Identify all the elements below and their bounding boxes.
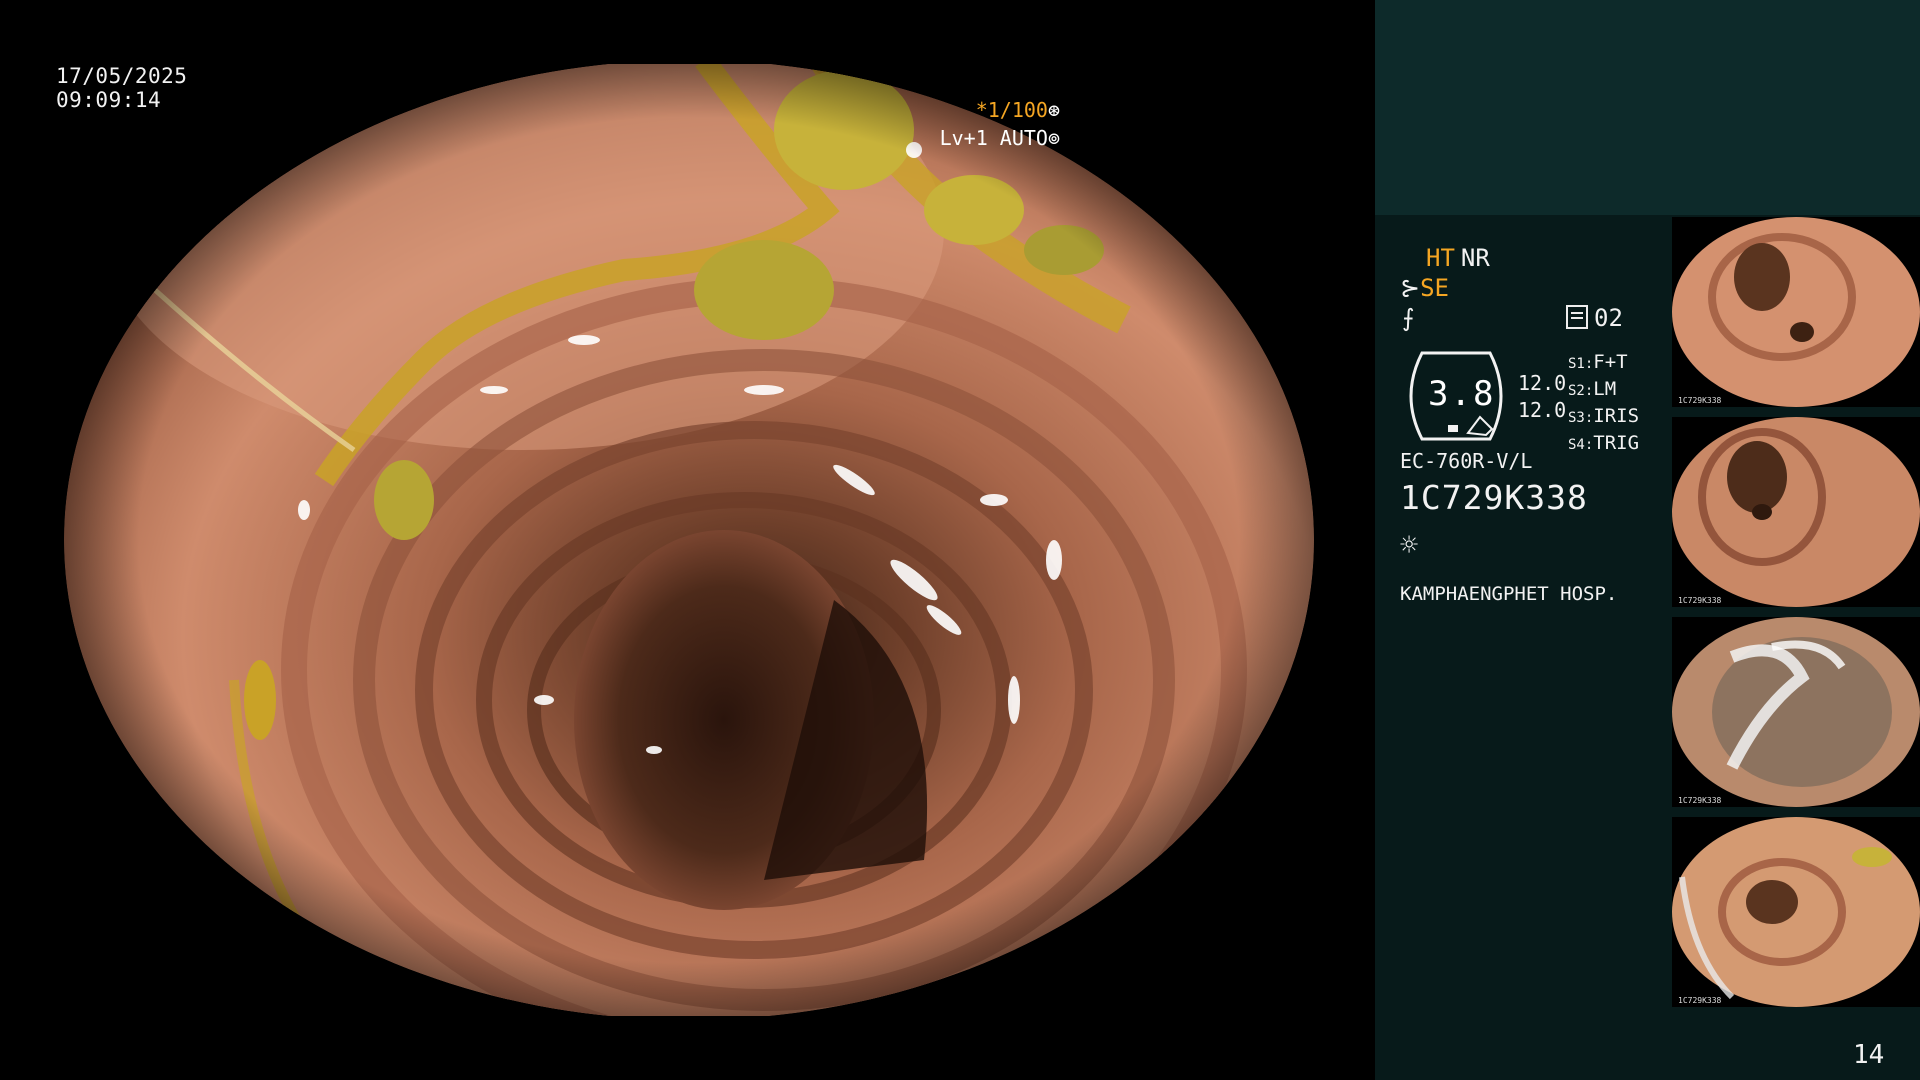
gauge-value-2: 12.0 — [1518, 398, 1567, 422]
scope-serial-text: 1C729K338 — [1400, 478, 1588, 517]
time-text: 09:09:14 — [56, 88, 162, 112]
structure-enhancement-row: ⊱SE — [1400, 274, 1449, 302]
memory-text: 02 — [1594, 304, 1623, 332]
page-number: 14 — [1853, 1040, 1885, 1070]
tone-curve-icon: ⨍ — [1402, 304, 1415, 332]
mode-nr-text: NR — [1460, 244, 1490, 272]
thumbnail-image — [1672, 817, 1920, 1007]
thumbnail-image — [1672, 217, 1920, 407]
aperture-icon: ⊛ — [1047, 98, 1060, 122]
memory-row: 02 — [1566, 304, 1623, 332]
enhancement-icon: ⊱ — [1400, 274, 1421, 302]
date-text: 17/05/2025 — [56, 64, 188, 88]
gauge-value-1: 12.0 — [1518, 371, 1567, 395]
thumbnail-label: 1C729K338 — [1678, 996, 1722, 1005]
shutter-readout: *1/100⊛ — [976, 98, 1060, 122]
scope-model-text: EC-760R-V/L — [1400, 449, 1533, 473]
date-time-readout: 17/05/2025 09:09:14 — [56, 64, 187, 112]
thumbnail-label: 1C729K338 — [1678, 596, 1722, 605]
endoscopy-live-view — [64, 60, 1314, 1020]
setting-s3: S3:IRIS — [1568, 405, 1640, 427]
switch-settings-list: S1:F+T S2:LM S3:IRIS S4:TRIG — [1568, 350, 1639, 458]
light-source-icon: ☼ — [1400, 528, 1419, 563]
setting-s4: S4:TRIG — [1568, 432, 1640, 454]
gauge-value-text: 3.8 — [1428, 374, 1496, 414]
captured-thumbnail-4[interactable]: 1C729K338 — [1672, 817, 1920, 1007]
hospital-name-text: KAMPHAENGPHET HOSP. — [1400, 583, 1618, 605]
gauge-values: 12.0 12.0 — [1518, 370, 1566, 424]
scope-info-panel — [1375, 215, 1671, 1080]
captured-thumbnail-2[interactable]: 1C729K338 — [1672, 417, 1920, 607]
thumbnail-label: 1C729K338 — [1678, 796, 1722, 805]
endoscopy-screen: 17/05/2025 09:09:14 *1/100⊛ Lv+1 AUTO⊚ H… — [0, 0, 1920, 1080]
top-right-panel — [1375, 0, 1920, 215]
image-mode-row: HT NR — [1426, 244, 1490, 272]
thumbnail-image — [1672, 417, 1920, 607]
iris-icon: ⊚ — [1047, 126, 1060, 150]
thumbnail-label: 1C729K338 — [1678, 396, 1722, 405]
brightness-level-readout: Lv+1 AUTO⊚ — [940, 126, 1060, 150]
shutter-text: *1/100 — [975, 98, 1048, 122]
memory-icon — [1566, 305, 1588, 329]
mode-ht-text: HT — [1426, 244, 1455, 272]
thumbnail-image — [1672, 617, 1920, 807]
captured-thumbnail-3[interactable]: 1C729K338 — [1672, 617, 1920, 807]
captured-thumbnail-1[interactable]: 1C729K338 — [1672, 217, 1920, 407]
setting-s1: S1:F+T — [1568, 351, 1628, 373]
level-text: Lv+1 AUTO — [939, 126, 1048, 150]
se-text: SE — [1420, 274, 1450, 302]
setting-s2: S2:LM — [1568, 378, 1617, 400]
